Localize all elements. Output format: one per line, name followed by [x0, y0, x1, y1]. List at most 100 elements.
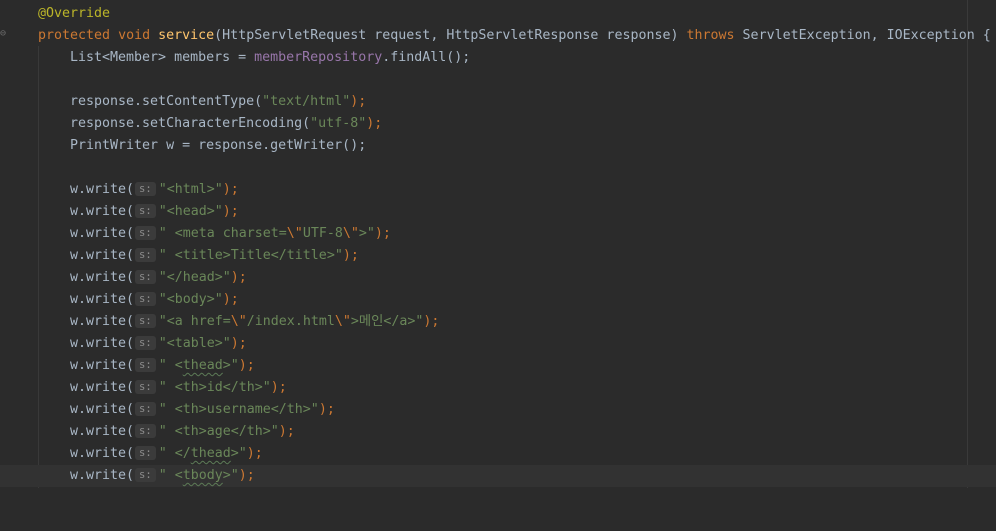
code-punct: );	[246, 446, 263, 461]
code-punct: );	[230, 336, 247, 351]
code-content: List<Member> members = memberRepository.…	[70, 47, 470, 69]
exceptions-list: ServletException, IOException {	[734, 28, 991, 43]
code-punct: );	[222, 292, 239, 307]
string-literal: UTF-8	[302, 226, 343, 241]
write-call: w.write(	[70, 292, 135, 307]
parameter-hint: s:	[135, 468, 156, 482]
parameter-hint: s:	[135, 270, 156, 284]
code-content: PrintWriter w = response.getWriter();	[70, 135, 366, 157]
code-punct: );	[238, 468, 255, 483]
code-content: w.write(s: " <meta charset=\"UTF-8\">");	[70, 223, 391, 245]
write-call: w.write(	[70, 402, 135, 417]
annotation-override: @Override	[38, 6, 111, 21]
code-line[interactable]: response.setContentType("text/html");	[0, 91, 996, 113]
spellcheck-underlined-word: thead	[190, 446, 231, 461]
parameter-hint: s:	[135, 226, 156, 240]
spellcheck-underlined-word: tbody	[182, 468, 223, 483]
code-content: response.setCharacterEncoding("utf-8");	[70, 113, 382, 135]
code-content: w.write(s: " <th>id</th>");	[70, 377, 287, 399]
parameter-hint: s:	[135, 182, 156, 196]
spellcheck-underlined-word: thead	[182, 358, 223, 373]
write-call: w.write(	[70, 336, 135, 351]
code-line[interactable]: w.write(s: " </thead>");	[0, 443, 996, 465]
string-literal: "text/html"	[262, 94, 351, 109]
code-punct: );	[222, 204, 239, 219]
code-content: w.write(s: " <th>age</th>");	[70, 421, 295, 443]
code-line[interactable]: w.write(s: " <thead>");	[0, 355, 996, 377]
code-line[interactable]: @Override	[0, 3, 996, 25]
code-content: w.write(s: "</head>");	[70, 267, 247, 289]
code-line[interactable]: w.write(s: " <title>Title</title>");	[0, 245, 996, 267]
code-line[interactable]: w.write(s: "<head>");	[0, 201, 996, 223]
string-literal: " <th>id</th>"	[158, 380, 271, 395]
string-literal: "<table>"	[158, 336, 231, 351]
write-call: w.write(	[70, 226, 135, 241]
string-literal: "<a href=	[158, 314, 231, 329]
code-line[interactable]: w.write(s: " <th>username</th>");	[0, 399, 996, 421]
escape-sequence: \"	[230, 314, 247, 329]
string-literal: " <title>Title</title>"	[158, 248, 343, 263]
string-literal: "<head>"	[158, 204, 223, 219]
string-literal: "</head>"	[158, 270, 231, 285]
string-literal: >"	[358, 226, 375, 241]
code-line[interactable]: w.write(s: "<body>");	[0, 289, 996, 311]
string-literal: "utf-8"	[310, 116, 367, 131]
code-content: response.setContentType("text/html");	[70, 91, 366, 113]
keyword-protected: protected	[38, 28, 111, 43]
write-call: w.write(	[70, 248, 135, 263]
parameter-hint: s:	[135, 402, 156, 416]
code-line[interactable]: w.write(s: " <th>id</th>");	[0, 377, 996, 399]
parameter-hint: s:	[135, 380, 156, 394]
code-punct: );	[318, 402, 335, 417]
parameter-hint: s:	[135, 336, 156, 350]
code-content: @Override	[38, 3, 110, 25]
write-call: w.write(	[70, 314, 135, 329]
string-literal: " <	[158, 358, 183, 373]
string-literal: "<html>"	[158, 182, 223, 197]
string-literal: " <	[158, 468, 183, 483]
code-editor[interactable]: @Override protected void service(HttpSer…	[0, 3, 996, 487]
code-punct: );	[350, 94, 367, 109]
code-punct: );	[423, 314, 440, 329]
string-literal: "<body>"	[158, 292, 223, 307]
code-line[interactable]: w.write(s: "<table>");	[0, 333, 996, 355]
code-line[interactable]: PrintWriter w = response.getWriter();	[0, 135, 996, 157]
code-punct: );	[270, 380, 287, 395]
write-call: w.write(	[70, 424, 135, 439]
code-line[interactable]: protected void service(HttpServletReques…	[0, 25, 996, 47]
code-line-current[interactable]: w.write(s: " <tbody>");	[0, 465, 996, 487]
code-line[interactable]: w.write(s: " <meta charset=\"UTF-8\">");	[0, 223, 996, 245]
code-content: w.write(s: " </thead>");	[70, 443, 263, 465]
code-line[interactable]: w.write(s: "<html>");	[0, 179, 996, 201]
string-literal: " <meta charset=	[158, 226, 287, 241]
code-punct: );	[278, 424, 295, 439]
parameter-hint: s:	[135, 292, 156, 306]
code-punct: );	[366, 116, 383, 131]
code-line[interactable]: w.write(s: "</head>");	[0, 267, 996, 289]
code-content: w.write(s: " <th>username</th>");	[70, 399, 335, 421]
code-line[interactable]: response.setCharacterEncoding("utf-8");	[0, 113, 996, 135]
code-content: w.write(s: " <title>Title</title>");	[70, 245, 359, 267]
string-literal: >"	[222, 358, 239, 373]
parameter-hint: s:	[135, 248, 156, 262]
code-line-empty[interactable]	[0, 157, 996, 179]
code-punct: );	[342, 248, 359, 263]
code-text: .findAll();	[382, 50, 471, 65]
code-line[interactable]: w.write(s: "<a href=\"/index.html\">메인</a…	[0, 311, 996, 333]
write-call: w.write(	[70, 468, 135, 483]
code-content: w.write(s: "<table>");	[70, 333, 247, 355]
keyword-void: void	[118, 28, 151, 43]
code-line[interactable]: w.write(s: " <th>age</th>");	[0, 421, 996, 443]
string-literal: >메인</a>"	[350, 314, 424, 329]
write-call: w.write(	[70, 446, 135, 461]
string-literal: >"	[222, 468, 239, 483]
string-literal: >"	[230, 446, 247, 461]
parameter-hint: s:	[135, 314, 156, 328]
parameter-hint: s:	[135, 446, 156, 460]
method-name: service	[158, 28, 215, 43]
code-line-empty[interactable]	[0, 69, 996, 91]
code-line[interactable]: List<Member> members = memberRepository.…	[0, 47, 996, 69]
parameter-hint: s:	[135, 204, 156, 218]
parameter-hint: s:	[135, 358, 156, 372]
code-punct: );	[230, 270, 247, 285]
